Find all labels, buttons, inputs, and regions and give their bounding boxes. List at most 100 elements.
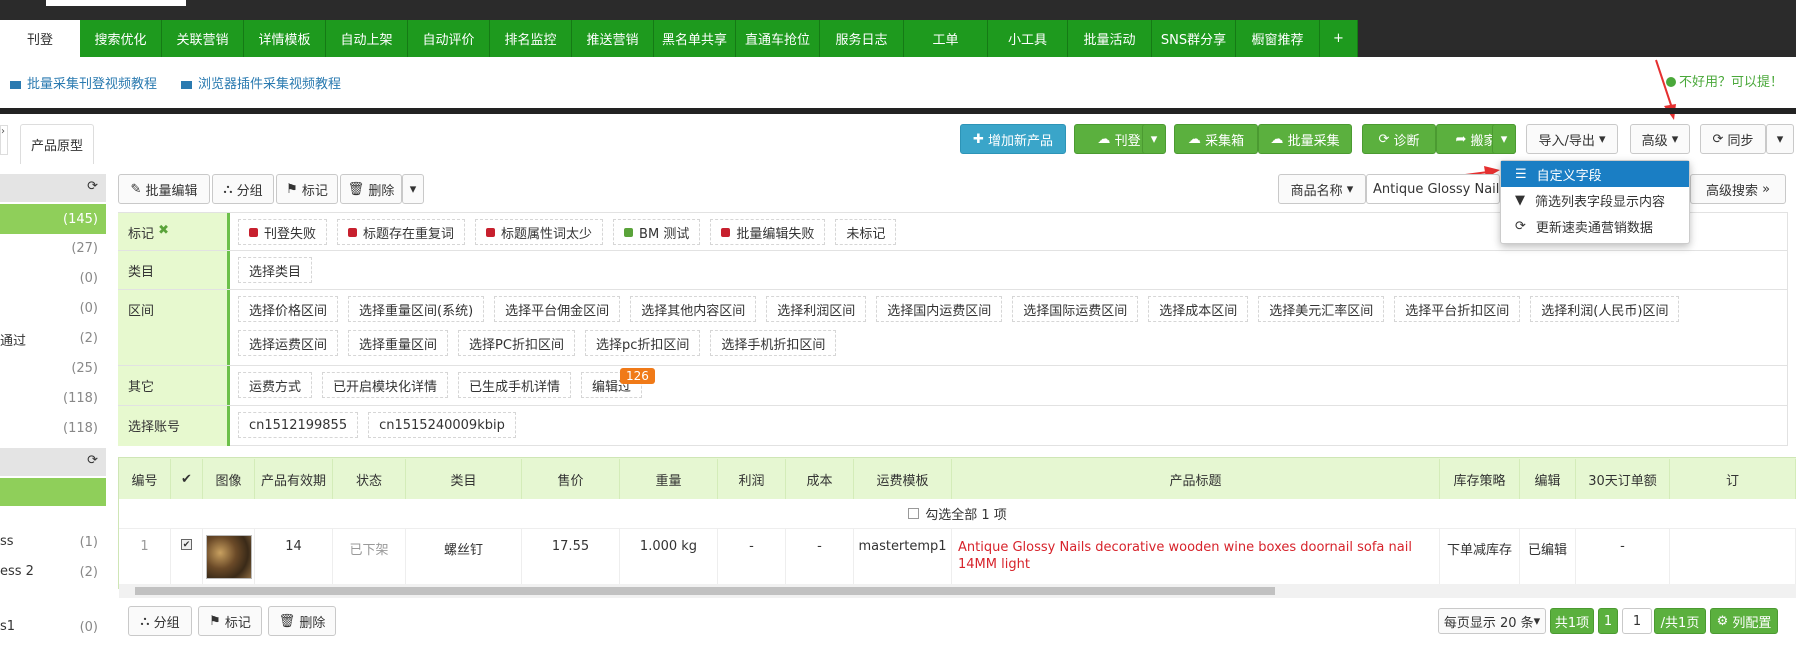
product-thumbnail[interactable] (205, 535, 252, 579)
range-chip[interactable]: 选择PC折扣区间 (458, 330, 575, 356)
feedback-link[interactable]: 不好用？可以提！ (1666, 71, 1783, 90)
other-chip[interactable]: 运费方式 (238, 372, 313, 398)
sidebar-item[interactable]: (0) (0, 612, 106, 642)
mark-chip[interactable]: 标题存在重复词 (337, 219, 466, 245)
tab-10[interactable]: 服务日志 (820, 20, 904, 57)
range-chip[interactable]: 选择重量区间 (348, 330, 449, 356)
column-header[interactable]: ✔ (171, 459, 203, 499)
sidebar-item[interactable]: (118) (0, 383, 106, 413)
sidebar-item[interactable]: (145) (0, 204, 106, 234)
mark-chip[interactable]: 未标记 (835, 219, 897, 245)
menu-custom-fields[interactable]: ☰ 自定义字段 (1501, 161, 1689, 187)
sidebar-selected-item[interactable] (0, 478, 106, 506)
refresh-icon[interactable]: ⟳ (87, 179, 98, 194)
column-header[interactable]: 图像 (203, 459, 255, 499)
column-header[interactable]: 利润 (718, 459, 786, 499)
delete-button[interactable]: 🗑 删除 (340, 174, 402, 204)
tab-9[interactable]: 直通车抢位 (736, 20, 820, 57)
other-chip[interactable]: 已开启模块化详情 (322, 372, 449, 398)
tab-15[interactable]: 橱窗推荐 (1236, 20, 1320, 57)
column-header[interactable]: 成本 (786, 459, 854, 499)
account-chip[interactable]: cn1512199855 (238, 412, 359, 438)
tab-12[interactable]: 小工具 (988, 20, 1068, 57)
range-chip[interactable]: 选择国际运费区间 (1012, 296, 1139, 322)
actions-dropdown[interactable]: ▾ (402, 174, 424, 204)
sidebar-item[interactable]: (25) (0, 353, 106, 383)
footer-delete-button[interactable]: 🗑 删除 (268, 606, 336, 636)
table-cell[interactable]: ✔ (171, 529, 203, 590)
range-chip[interactable]: 选择国内运费区间 (876, 296, 1003, 322)
range-chip[interactable]: 选择pc折扣区间 (584, 330, 701, 356)
tab-0[interactable]: 刊登 (0, 20, 80, 57)
row-checkbox[interactable]: ✔ (181, 539, 192, 550)
per-page-select[interactable]: 每页显示 20 条 ▾ (1438, 608, 1546, 634)
range-chip[interactable]: 选择其他内容区间 (630, 296, 757, 322)
select-all-row[interactable]: 勾选全部 1 项 (119, 499, 1796, 529)
tab-4[interactable]: 自动上架 (326, 20, 408, 57)
range-chip[interactable]: 选择运费区间 (238, 330, 339, 356)
search-field-select[interactable]: 商品名称 ▾ (1278, 174, 1366, 204)
import-export-button[interactable]: 导入/导出 ▾ (1526, 124, 1618, 154)
sync-dropdown[interactable]: ▾ (1766, 124, 1794, 154)
close-icon[interactable]: ✖ (158, 223, 169, 238)
tab-6[interactable]: 排名监控 (490, 20, 572, 57)
group-button[interactable]: ⛬ 分组 (212, 174, 274, 204)
range-chip[interactable]: 选择美元汇率区间 (1258, 296, 1385, 322)
column-header[interactable]: 库存策略 (1440, 459, 1520, 499)
range-chip[interactable]: 选择平台折扣区间 (1394, 296, 1521, 322)
advanced-search-button[interactable]: 高级搜索 » (1690, 174, 1786, 204)
sidebar-item[interactable]: (0) (0, 293, 106, 323)
page-button[interactable]: 1 (1598, 608, 1618, 634)
batch-collect-button[interactable]: ☁ 批量采集 (1258, 124, 1352, 154)
collapse-arrow-icon[interactable]: › (0, 125, 8, 155)
sidebar-item[interactable]: (0) (0, 263, 106, 293)
column-header[interactable]: 运费模板 (854, 459, 952, 499)
sync-button[interactable]: ⟳ 同步 (1700, 124, 1766, 154)
tab-8[interactable]: 黑名单共享 (654, 20, 736, 57)
range-chip[interactable]: 选择利润区间 (766, 296, 867, 322)
range-chip[interactable]: 选择价格区间 (238, 296, 339, 322)
mark-chip[interactable]: 刊登失败 (238, 219, 328, 245)
column-header[interactable]: 售价 (522, 459, 620, 499)
mark-chip[interactable]: 批量编辑失败 (710, 219, 826, 245)
horizontal-scrollbar[interactable] (119, 584, 1796, 598)
publish-dropdown[interactable]: ▾ (1142, 124, 1166, 154)
column-header[interactable]: 状态 (333, 459, 406, 499)
column-header[interactable]: 类目 (406, 459, 522, 499)
account-chip[interactable]: cn1515240009kbip (368, 412, 516, 438)
mark-chip[interactable]: 标题属性词太少 (475, 219, 604, 245)
column-header[interactable]: 编辑 (1520, 459, 1576, 499)
tab-14[interactable]: SNS群分享 (1152, 20, 1236, 57)
mark-button[interactable]: ⚑ 标记 (276, 174, 338, 204)
scrollbar-thumb[interactable] (135, 587, 1275, 595)
tab-1[interactable]: 搜索优化 (80, 20, 162, 57)
batch-edit-button[interactable]: ✎ 批量编辑 (118, 174, 210, 204)
select-all-checkbox[interactable] (908, 508, 920, 519)
tab-product-prototype[interactable]: 产品原型 (20, 124, 94, 164)
diagnose-button[interactable]: ⟳ 诊断 (1362, 124, 1436, 154)
footer-group-button[interactable]: ⛬ 分组 (128, 606, 192, 636)
move-dropdown[interactable]: ▾ (1492, 124, 1516, 154)
tutorial-link-1[interactable]: 批量采集刊登视频教程 (10, 73, 157, 92)
column-header[interactable]: 产品标题 (952, 459, 1440, 499)
range-chip[interactable]: 选择重量区间(系统) (348, 296, 485, 322)
other-chip[interactable]: 已生成手机详情 (458, 372, 572, 398)
column-config-button[interactable]: ⚙ 列配置 (1710, 608, 1778, 634)
column-header[interactable]: 重量 (620, 459, 718, 499)
tab-16[interactable]: + (1320, 20, 1358, 57)
tab-13[interactable]: 批量活动 (1068, 20, 1152, 57)
refresh-icon[interactable]: ⟳ (87, 453, 98, 468)
sidebar-item[interactable]: (1) (0, 527, 106, 557)
range-chip[interactable]: 选择手机折扣区间 (710, 330, 837, 356)
tab-2[interactable]: 关联营销 (162, 20, 244, 57)
range-chip[interactable]: 选择平台佣金区间 (494, 296, 621, 322)
collect-box-button[interactable]: ☁ 采集箱 (1174, 124, 1258, 154)
column-header[interactable]: 编号 (119, 459, 171, 499)
mark-chip[interactable]: BM 测试 (613, 219, 701, 245)
column-header[interactable]: 订 (1670, 459, 1796, 499)
sidebar-item[interactable]: (27) (0, 233, 106, 263)
sidebar-item[interactable]: (118) (0, 413, 106, 443)
tab-3[interactable]: 详情模板 (244, 20, 326, 57)
column-header[interactable]: 产品有效期 (255, 459, 333, 499)
menu-update-marketing[interactable]: ⟳ 更新速卖通营销数据 (1501, 213, 1689, 239)
